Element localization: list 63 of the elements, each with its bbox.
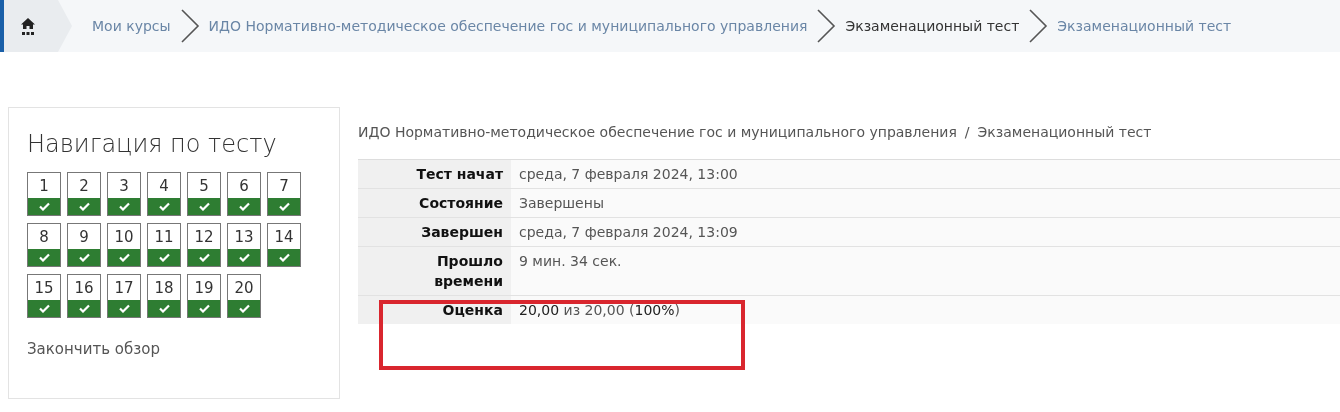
question-button[interactable]: 7 bbox=[267, 172, 301, 216]
row-value: среда, 7 февраля 2024, 13:00 bbox=[511, 159, 1340, 189]
check-icon bbox=[118, 202, 130, 211]
check-icon bbox=[198, 202, 210, 211]
breadcrumb-link[interactable]: Мои курсы bbox=[84, 18, 179, 34]
check-icon bbox=[238, 253, 250, 262]
breadcrumb-link[interactable]: Экзаменационный тест bbox=[1049, 18, 1240, 34]
question-button[interactable]: 18 bbox=[147, 274, 181, 318]
question-button[interactable]: 11 bbox=[147, 223, 181, 267]
question-button[interactable]: 6 bbox=[227, 172, 261, 216]
row-label: Состояние bbox=[358, 188, 511, 218]
check-icon bbox=[278, 202, 290, 211]
chevron-icon bbox=[1027, 8, 1050, 44]
check-icon bbox=[118, 253, 130, 262]
question-button[interactable]: 12 bbox=[187, 223, 221, 267]
row-value: Завершены bbox=[511, 188, 1340, 218]
check-icon bbox=[78, 304, 90, 313]
block-title: Навигация по тесту bbox=[27, 130, 278, 158]
row-value: 20,00 из 20,00 (100%) bbox=[511, 295, 1340, 324]
check-icon bbox=[158, 253, 170, 262]
breadcrumb-current[interactable]: Экзаменационный тест bbox=[837, 18, 1028, 34]
check-icon bbox=[158, 202, 170, 211]
path-separator: / bbox=[964, 124, 970, 140]
home-button[interactable] bbox=[0, 0, 72, 52]
question-button[interactable]: 17 bbox=[107, 274, 141, 318]
question-button[interactable]: 13 bbox=[227, 223, 261, 267]
chevron-icon bbox=[178, 8, 201, 44]
home-icon bbox=[20, 17, 36, 35]
row-value: среда, 7 февраля 2024, 13:09 bbox=[511, 217, 1340, 247]
breadcrumb-link[interactable]: ИДО Нормативно-методическое обеспечение гос и муниципального управления bbox=[200, 18, 816, 34]
check-icon bbox=[278, 253, 290, 262]
question-button[interactable]: 8 bbox=[27, 223, 61, 267]
row-value: 9 мин. 34 сек. bbox=[511, 246, 1340, 296]
question-button[interactable]: 14 bbox=[267, 223, 301, 267]
question-button[interactable]: 9 bbox=[67, 223, 101, 267]
quiz-title: Экзаменационный тест bbox=[977, 124, 1152, 140]
finish-review-link[interactable]: Закончить обзор bbox=[27, 340, 160, 358]
check-icon bbox=[118, 304, 130, 313]
question-button[interactable]: 19 bbox=[187, 274, 221, 318]
check-icon bbox=[198, 253, 210, 262]
check-icon bbox=[238, 304, 250, 313]
check-icon bbox=[38, 304, 50, 313]
check-icon bbox=[158, 304, 170, 313]
check-icon bbox=[38, 253, 50, 262]
question-button[interactable]: 20 bbox=[227, 274, 261, 318]
question-button[interactable]: 15 bbox=[27, 274, 61, 318]
question-button[interactable]: 3 bbox=[107, 172, 141, 216]
check-icon bbox=[238, 202, 250, 211]
check-icon bbox=[78, 202, 90, 211]
question-button[interactable]: 10 bbox=[107, 223, 141, 267]
check-icon bbox=[78, 253, 90, 262]
row-label: Прошло времени bbox=[358, 246, 511, 296]
row-label: Тест начат bbox=[358, 159, 511, 189]
question-button[interactable]: 1 bbox=[27, 172, 61, 216]
chevron-icon bbox=[815, 8, 838, 44]
row-label: Завершен bbox=[358, 217, 511, 247]
question-button[interactable]: 4 bbox=[147, 172, 181, 216]
course-title: ИДО Нормативно-методическое обеспечение гос и муниципального управления bbox=[358, 124, 957, 140]
question-button[interactable]: 5 bbox=[187, 172, 221, 216]
question-button[interactable]: 16 bbox=[67, 274, 101, 318]
check-icon bbox=[198, 304, 210, 313]
question-button[interactable]: 2 bbox=[67, 172, 101, 216]
check-icon bbox=[38, 202, 50, 211]
